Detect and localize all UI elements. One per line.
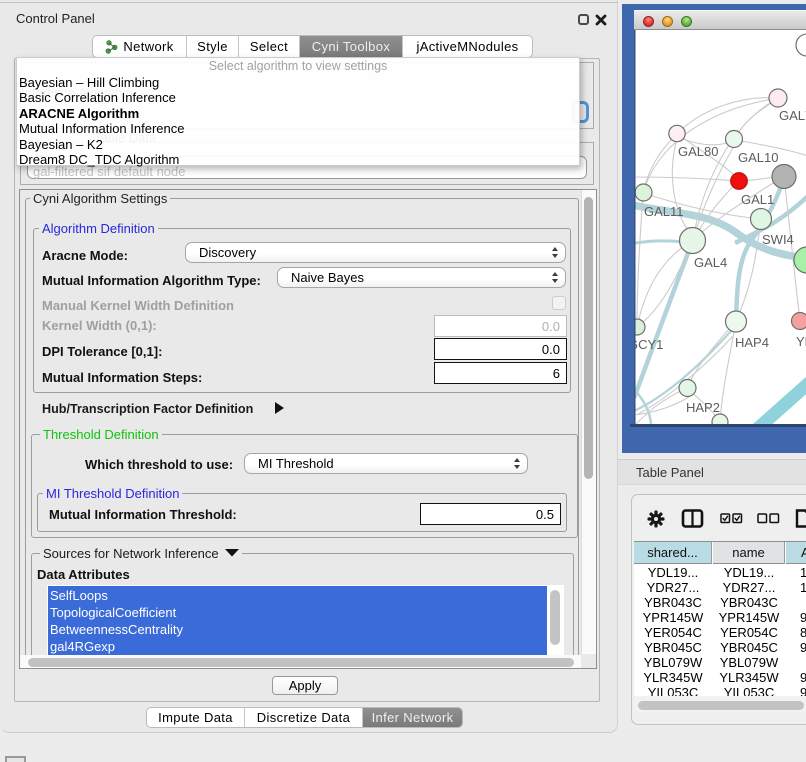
svg-text:SWI4: SWI4 [762,232,794,247]
svg-text:GAL4: GAL4 [694,255,727,270]
svg-text:GAL80: GAL80 [678,144,718,159]
svg-text:YM: YM [796,334,806,349]
svg-text:GAL10: GAL10 [738,150,778,165]
svg-text:HAP4: HAP4 [735,335,769,350]
svg-text:HAP2: HAP2 [686,400,720,415]
svg-text:GCY1: GCY1 [635,337,663,352]
svg-text:GAL7: GAL7 [779,108,806,123]
svg-text:GAL1: GAL1 [741,192,774,207]
svg-text:GAL11: GAL11 [644,204,684,219]
